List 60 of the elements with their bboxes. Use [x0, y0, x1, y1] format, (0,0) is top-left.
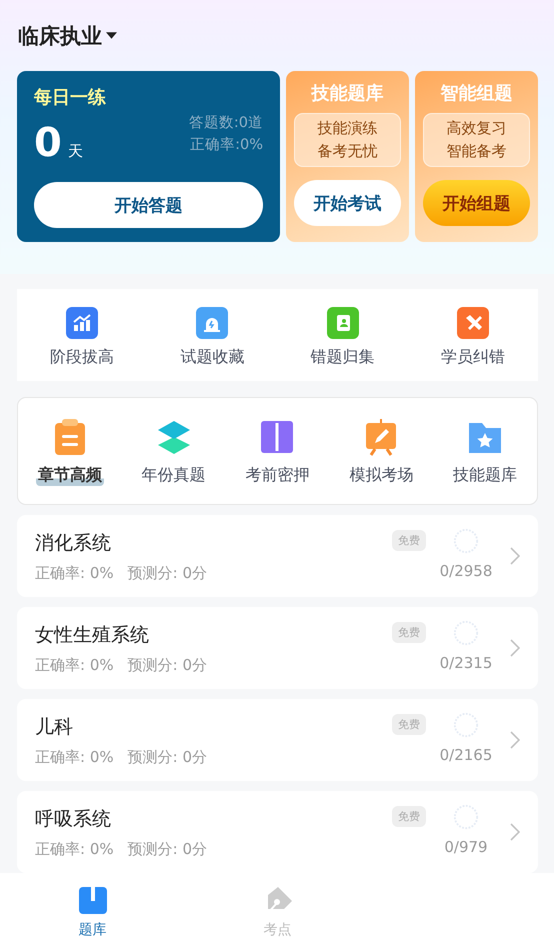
predicted-score: 预测分: 0分	[128, 840, 207, 858]
chapter-title: 呼吸系统	[35, 806, 112, 832]
card-title: 智能组题	[440, 82, 512, 105]
progress-count: 0/2315	[440, 654, 492, 672]
shortcut-label[interactable]: 学员纠错	[440, 346, 505, 368]
progress-count: 0/979	[444, 838, 488, 856]
predicted-score: 预测分: 0分	[128, 748, 207, 766]
alarm-icon[interactable]	[196, 306, 228, 338]
progress-count: 0/2958	[440, 562, 492, 580]
category-tab[interactable]: 考前密押	[243, 464, 312, 486]
progress-ring	[453, 620, 479, 646]
category-tab[interactable]: 章节高频	[36, 464, 104, 486]
chart-icon[interactable]	[66, 306, 98, 338]
exam-selector[interactable]: 临床执业	[18, 22, 102, 50]
tip-bubble: 高效复习 智能备考	[423, 113, 530, 167]
chevron-icon	[510, 823, 520, 841]
caret-icon	[106, 32, 117, 39]
chapter-title: 女性生殖系统	[35, 622, 150, 648]
shortcut-label[interactable]: 试题收藏	[180, 346, 244, 368]
category-tab[interactable]: 年份真题	[140, 464, 208, 486]
card-title: 技能题库	[312, 82, 384, 105]
tip-bubble: 技能演练 备考无忧	[294, 113, 401, 167]
chapter-card[interactable]: 呼吸系统 正确率: 0% 预测分: 0分 免费 0/979	[17, 791, 538, 873]
chevron-icon	[510, 639, 520, 657]
chapter-card[interactable]: 女性生殖系统 正确率: 0% 预测分: 0分 免费 0/2315	[17, 607, 538, 689]
chapter-card[interactable]: 儿科 正确率: 0% 预测分: 0分 免费 0/2165	[17, 699, 538, 781]
category-tab[interactable]: 技能题库	[451, 464, 520, 486]
day-count: 0	[34, 121, 62, 165]
contacts-icon[interactable]	[326, 306, 359, 338]
predicted-score: 预测分: 0分	[128, 564, 207, 582]
predicted-score: 预测分: 0分	[128, 656, 207, 674]
answer-count: 答题数:0道	[188, 114, 263, 132]
accuracy-text: 正确率: 0%	[35, 564, 114, 582]
chapter-card[interactable]: 消化系统 正确率: 0% 预测分: 0分 免费 0/2958	[17, 515, 538, 597]
accuracy-text: 正确率:0%	[190, 136, 263, 154]
day-unit: 天	[68, 142, 83, 161]
nav-tab[interactable]: 题库	[0, 873, 185, 950]
progress-count: 0/2165	[440, 746, 492, 764]
chevron-icon	[510, 547, 520, 565]
progress-ring	[453, 712, 479, 738]
book-icon	[76, 884, 108, 916]
shortcut-label[interactable]: 错题归集	[310, 346, 375, 368]
accuracy-text: 正确率: 0%	[35, 840, 114, 858]
shortcut-label[interactable]: 阶段拔高	[50, 346, 114, 368]
chapter-title: 消化系统	[35, 530, 112, 556]
chevron-icon	[510, 731, 520, 749]
progress-ring	[453, 528, 479, 554]
start-button[interactable]: 开始组题	[423, 180, 530, 226]
free-badge: 免费	[392, 806, 426, 827]
start-button[interactable]: 开始答题	[34, 182, 263, 228]
category-tab[interactable]: 模拟考场	[347, 464, 416, 486]
card-title: 每日一练	[34, 86, 107, 109]
accuracy-text: 正确率: 0%	[35, 656, 114, 674]
accuracy-text: 正确率: 0%	[35, 748, 114, 766]
free-badge: 免费	[392, 530, 426, 551]
chapter-title: 儿科	[35, 714, 74, 740]
start-button[interactable]: 开始考试	[294, 180, 401, 226]
free-badge: 免费	[392, 714, 426, 735]
free-badge: 免费	[392, 622, 426, 643]
progress-ring	[453, 804, 479, 830]
